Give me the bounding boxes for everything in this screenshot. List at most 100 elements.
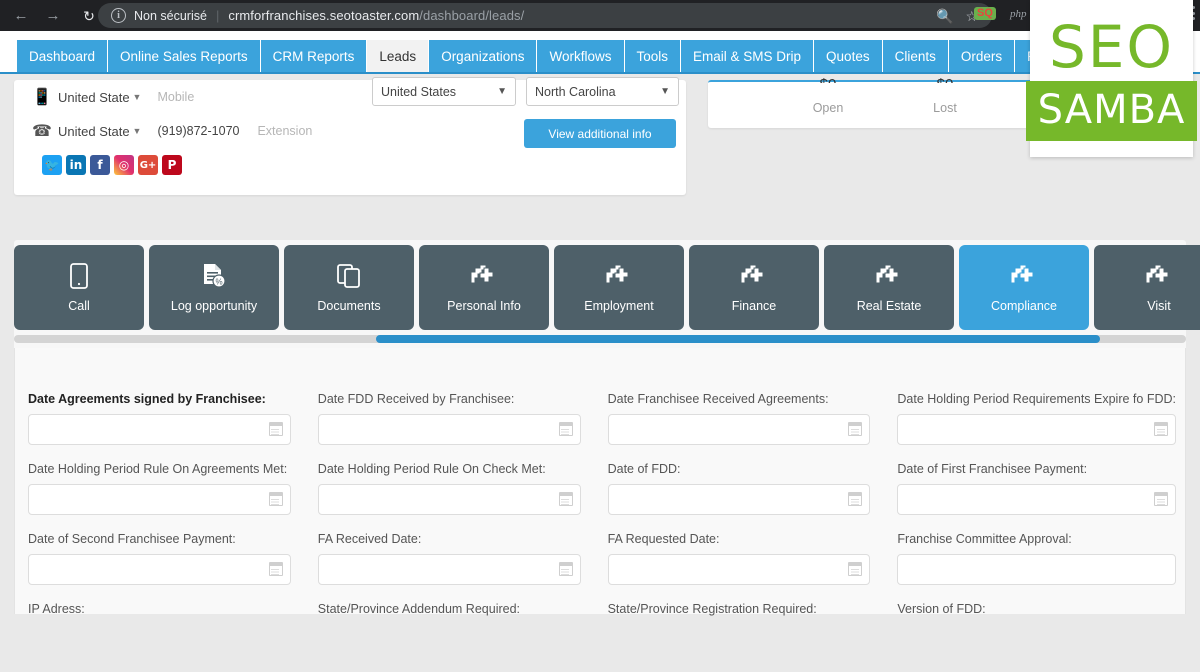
- state-select[interactable]: North Carolina ▼: [526, 77, 679, 106]
- calendar-icon[interactable]: [268, 492, 283, 506]
- calendar-icon[interactable]: [268, 562, 283, 576]
- form-field: Date of Second Franchisee Payment:: [28, 532, 291, 602]
- form-field: IP Adress:: [28, 602, 291, 672]
- chevron-down-icon: ▼: [497, 86, 507, 97]
- broken-image-icon: [604, 262, 634, 290]
- scrollbar-thumb[interactable]: [376, 335, 1100, 343]
- form-field-input[interactable]: [317, 554, 581, 585]
- form-field-input[interactable]: [607, 414, 871, 445]
- seosamba-logo: SEO SAMBA: [1025, 0, 1198, 157]
- back-arrow-icon[interactable]: ←: [8, 3, 34, 29]
- form-field-input[interactable]: [28, 414, 291, 445]
- nav-item-email-sms-drip[interactable]: Email & SMS Drip: [681, 40, 815, 72]
- module-tab-documents[interactable]: Documents: [284, 245, 414, 330]
- calendar-icon[interactable]: [558, 562, 573, 576]
- module-tab-real-estate[interactable]: Real Estate: [824, 245, 954, 330]
- form-field-label: Date of Second Franchisee Payment:: [28, 532, 236, 546]
- nav-item-organizations[interactable]: Organizations: [429, 40, 538, 72]
- calendar-icon[interactable]: [558, 492, 573, 506]
- module-tab-personal-info[interactable]: Personal Info: [419, 245, 549, 330]
- calendar-icon[interactable]: [1154, 492, 1168, 506]
- extension-badge-icon[interactable]: SQ: [974, 7, 996, 20]
- forward-arrow-icon[interactable]: →: [40, 3, 66, 29]
- form-field-input[interactable]: [28, 484, 291, 515]
- module-tab-compliance[interactable]: Compliance: [959, 245, 1089, 330]
- nav-item-workflows[interactable]: Workflows: [537, 40, 625, 72]
- form-field-input[interactable]: [317, 414, 581, 445]
- form-field: Date Franchisee Received Agreements:: [607, 392, 871, 462]
- module-tab-label: Log opportunity: [170, 299, 258, 313]
- form-field-input[interactable]: [317, 484, 581, 515]
- address-bar[interactable]: i Non sécurisé | crmforfranchises.seotoa…: [98, 3, 992, 28]
- form-field-input[interactable]: [897, 554, 1176, 585]
- pinterest-icon[interactable]: P: [162, 155, 182, 175]
- compliance-form-panel: Date Agreements signed by Franchisee: Dat…: [14, 348, 1186, 616]
- chevron-down-icon[interactable]: ▼: [133, 92, 142, 102]
- form-field: Date FDD Received by Franchisee:: [317, 392, 581, 462]
- view-additional-info-button[interactable]: View additional info: [524, 119, 676, 148]
- nav-item-quotes[interactable]: Quotes: [814, 40, 883, 72]
- form-field-input[interactable]: [607, 484, 871, 515]
- form-field-label: Date of FDD:: [607, 462, 681, 476]
- location-selects: United States ▼ North Carolina ▼: [372, 77, 679, 106]
- form-field-label: FA Received Date:: [317, 532, 422, 546]
- module-tab-finance[interactable]: Finance: [689, 245, 819, 330]
- omnibox-divider: |: [215, 8, 220, 23]
- url-path: /dashboard/leads/: [419, 8, 525, 23]
- module-tab-log-opportunity[interactable]: % Log opportunity: [149, 245, 279, 330]
- nav-item-clients[interactable]: Clients: [882, 40, 949, 72]
- url-text: crmforfranchises.seotoaster.com/dashboar…: [228, 8, 524, 23]
- form-field-label: Date Holding Period Requirements Expire …: [897, 392, 1176, 406]
- calendar-icon[interactable]: [848, 492, 863, 506]
- module-tab-label: Real Estate: [856, 299, 922, 313]
- instagram-icon[interactable]: ◎: [114, 155, 134, 175]
- nav-item-online-sales-reports[interactable]: Online Sales Reports: [108, 40, 261, 72]
- module-tabs-scrollbar[interactable]: [14, 335, 1186, 343]
- mobile-country-label[interactable]: United State: [58, 90, 130, 105]
- php-extension-icon[interactable]: php: [1010, 8, 1027, 20]
- linkedin-icon[interactable]: in: [66, 155, 86, 175]
- search-icon[interactable]: 🔍: [936, 9, 953, 23]
- security-status-label: Non sécurisé: [134, 8, 207, 23]
- calendar-icon[interactable]: [848, 422, 863, 436]
- form-field-label: Franchise Committee Approval:: [897, 532, 1072, 546]
- info-circle-icon[interactable]: i: [111, 8, 126, 23]
- nav-item-leads[interactable]: Leads: [367, 40, 430, 72]
- nav-item-crm-reports[interactable]: CRM Reports: [260, 40, 368, 72]
- form-field-input[interactable]: [28, 554, 291, 585]
- country-select[interactable]: United States ▼: [372, 77, 516, 106]
- form-field-input[interactable]: [897, 484, 1176, 515]
- module-tab-label: Finance: [731, 299, 777, 313]
- facebook-icon[interactable]: f: [90, 155, 110, 175]
- form-field-label: Date Holding Period Rule On Agreements M…: [28, 462, 288, 476]
- app-navigation-bar: Dashboard Online Sales Reports CRM Repor…: [0, 31, 1200, 74]
- form-field-input[interactable]: [897, 414, 1176, 445]
- form-field: Version of FDD:: [897, 602, 1176, 672]
- calendar-icon[interactable]: [558, 422, 573, 436]
- nav-item-orders[interactable]: Orders: [948, 40, 1016, 72]
- phone-extension-input[interactable]: Extension: [257, 124, 312, 138]
- form-field: Date Holding Period Rule On Check Met:: [317, 462, 581, 532]
- form-field: Date Agreements signed by Franchisee:: [28, 392, 291, 462]
- nav-item-tools[interactable]: Tools: [624, 40, 682, 72]
- copy-documents-icon: [336, 262, 362, 290]
- calendar-icon[interactable]: [848, 562, 863, 576]
- module-tab-strip-container: Call % Log opportunity Documents Persona…: [14, 240, 1200, 348]
- mobile-number-input[interactable]: Mobile: [157, 90, 194, 104]
- phone-country-label[interactable]: United State: [58, 124, 130, 139]
- document-percent-icon: %: [201, 262, 227, 290]
- module-tab-visit[interactable]: Visit: [1094, 245, 1200, 330]
- twitter-icon[interactable]: 🐦: [42, 155, 62, 175]
- googleplus-icon[interactable]: G+: [138, 155, 158, 175]
- calendar-icon[interactable]: [268, 422, 283, 436]
- nav-item-dashboard[interactable]: Dashboard: [17, 40, 109, 72]
- module-tab-call[interactable]: Call: [14, 245, 144, 330]
- form-field-input[interactable]: [607, 554, 871, 585]
- module-tab-employment[interactable]: Employment: [554, 245, 684, 330]
- lost-stat-label: Lost: [933, 101, 957, 115]
- calendar-icon[interactable]: [1154, 422, 1168, 436]
- form-field: Date Holding Period Rule On Agreements M…: [28, 462, 291, 532]
- phone-number-input[interactable]: (919)872-1070: [157, 124, 257, 138]
- chevron-down-icon[interactable]: ▼: [133, 126, 142, 136]
- form-field-label: Date FDD Received by Franchisee:: [317, 392, 515, 406]
